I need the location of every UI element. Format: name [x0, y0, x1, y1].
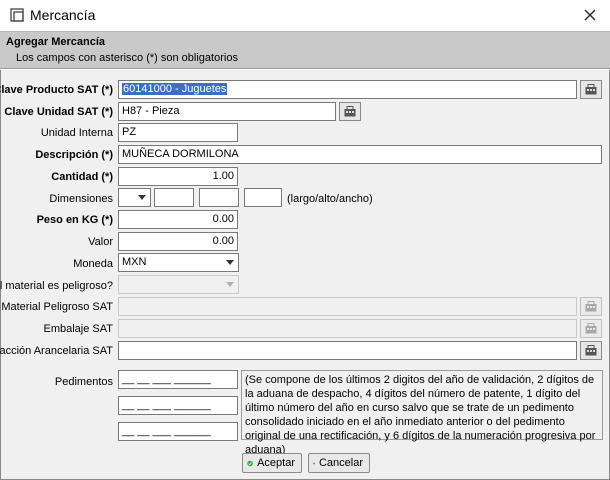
descripcion-field[interactable]: MUÑECA DORMILONA: [118, 145, 602, 164]
catalog-icon: [344, 106, 356, 117]
form-subtitle: Los campos con asterisco (*) son obligat…: [16, 52, 238, 64]
embalaje-catalog-button[interactable]: [580, 319, 602, 338]
unidad-interna-label: Unidad Interna: [40, 127, 113, 139]
fraccion-catalog-button[interactable]: [580, 341, 602, 360]
descripcion-label: Descripción (*): [35, 149, 113, 161]
material-peligroso-catalog-button[interactable]: [580, 297, 602, 316]
chevron-down-icon: [138, 195, 146, 200]
check-icon: [247, 460, 253, 466]
moneda-label: Moneda: [73, 258, 113, 270]
pedimento-field-2[interactable]: __ __ ___ ______: [118, 396, 238, 415]
form-body: Clave Producto SAT (*) 60141000 - Juguet…: [0, 70, 610, 480]
pedimentos-label: Pedimentos: [54, 376, 113, 388]
pedimento-field-1[interactable]: __ __ ___ ______: [118, 370, 238, 389]
accept-label: Aceptar: [257, 457, 295, 469]
clave-unidad-label: Clave Unidad SAT (*): [4, 106, 113, 118]
dimensiones-hint: (largo/alto/ancho): [287, 193, 373, 205]
form-header: Agregar Mercancía Los campos con asteris…: [0, 31, 610, 69]
close-icon: [584, 9, 596, 21]
title-bar: Mercancía: [0, 0, 610, 31]
fraccion-field[interactable]: [118, 341, 577, 360]
clave-unidad-field[interactable]: H87 - Pieza: [118, 102, 336, 121]
valor-field[interactable]: 0.00: [118, 232, 238, 251]
cantidad-field[interactable]: 1.00: [118, 167, 238, 186]
catalog-icon: [585, 84, 597, 95]
pedimentos-note: (Se compone de los últimos 2 digitos del…: [241, 370, 603, 456]
cancel-label: Cancelar: [318, 457, 363, 469]
moneda-select[interactable]: MXN: [118, 253, 239, 272]
window-icon: [10, 8, 24, 22]
peso-label: Peso en KG (*): [36, 214, 113, 226]
window-title: Mercancía: [30, 7, 96, 23]
embalaje-field[interactable]: [118, 319, 577, 338]
valor-label: Valor: [88, 236, 113, 248]
material-peligroso-field[interactable]: [118, 297, 577, 316]
pedimento-field-3[interactable]: __ __ ___ ______: [118, 422, 238, 441]
chevron-down-icon: [226, 260, 234, 265]
ancho-field[interactable]: [244, 188, 282, 207]
chevron-down-icon: [226, 282, 234, 287]
catalog-icon: [585, 323, 597, 334]
catalog-icon: [585, 345, 597, 356]
clave-producto-catalog-button[interactable]: [580, 80, 602, 99]
close-button[interactable]: [578, 4, 602, 26]
largo-field[interactable]: [154, 188, 194, 207]
form-title: Agregar Mercancía: [6, 36, 106, 48]
material-peligroso-label: Material Peligroso SAT: [1, 301, 113, 313]
cancel-button[interactable]: Cancelar: [308, 453, 370, 473]
peligroso-select[interactable]: [118, 275, 239, 294]
dimensiones-label: Dimensiones: [49, 193, 113, 205]
cantidad-label: Cantidad (*): [51, 171, 113, 183]
fraccion-label: Fracción Arancelaria SAT: [0, 345, 113, 357]
clave-producto-field[interactable]: 60141000 - Juguetes: [118, 80, 577, 99]
alto-field[interactable]: [199, 188, 239, 207]
cancel-icon: [313, 462, 315, 464]
catalog-icon: [585, 301, 597, 312]
peso-field[interactable]: 0.00: [118, 210, 238, 229]
unidad-interna-field[interactable]: PZ: [118, 123, 238, 142]
dimensiones-unit-select[interactable]: [118, 188, 151, 207]
embalaje-label: Embalaje SAT: [43, 323, 114, 335]
clave-unidad-catalog-button[interactable]: [339, 102, 361, 121]
peligroso-label: ¿El material es peligroso?: [0, 280, 113, 292]
clave-producto-label: Clave Producto SAT (*): [0, 84, 113, 96]
accept-button[interactable]: Aceptar: [242, 453, 302, 473]
